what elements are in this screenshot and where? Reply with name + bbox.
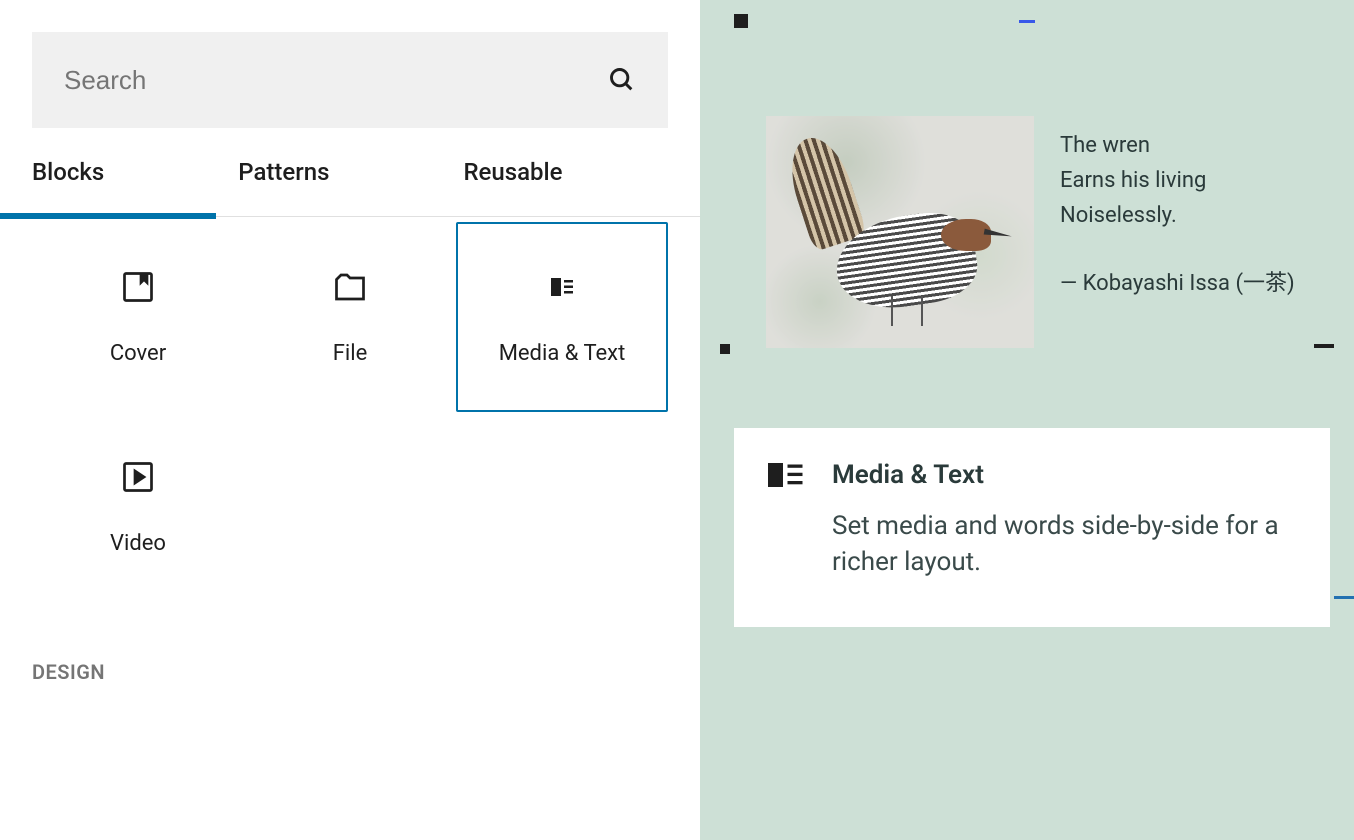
resize-handle-icon[interactable] <box>1019 20 1035 23</box>
cover-icon <box>120 269 156 305</box>
resize-handle-icon[interactable] <box>1314 344 1334 348</box>
block-grid: Cover File Media & Text <box>32 222 668 602</box>
block-label: File <box>333 341 368 366</box>
bird-illustration-icon <box>766 116 1034 348</box>
media-text-icon <box>768 463 804 487</box>
search-input[interactable] <box>64 65 608 96</box>
block-inserter-panel: Blocks Patterns Reusable Image Gallery A… <box>0 0 700 840</box>
blocks-list: Image Gallery Audio Cover File <box>0 217 700 684</box>
info-description: Set media and words side-by-side for a r… <box>832 508 1296 581</box>
poem-line: Noiselessly. <box>1060 198 1326 233</box>
block-preview-panel: The wren Earns his living Noiselessly. —… <box>700 0 1354 840</box>
resize-handle-icon[interactable] <box>1334 596 1354 599</box>
resize-handle-icon[interactable] <box>734 14 748 28</box>
block-label: Media & Text <box>499 341 626 366</box>
preview-media-image[interactable] <box>766 116 1034 348</box>
preview-text-content[interactable]: The wren Earns his living Noiselessly. —… <box>1060 116 1326 348</box>
block-item-media-text[interactable]: Media & Text <box>456 222 668 412</box>
search-wrapper <box>0 0 700 128</box>
poem-line: Earns his living <box>1060 163 1326 198</box>
block-handles-top <box>700 14 1354 28</box>
poem-citation: — Kobayashi Issa (一茶) <box>1060 266 1326 301</box>
info-header: Media & Text <box>768 460 1296 490</box>
info-title: Media & Text <box>832 460 984 490</box>
tab-patterns[interactable]: Patterns <box>238 158 329 216</box>
block-info-card: Media & Text Set media and words side-by… <box>734 428 1330 627</box>
video-icon <box>120 459 156 495</box>
block-handles-sides <box>700 344 1354 354</box>
search-icon <box>608 66 636 94</box>
block-item-cover[interactable]: Cover <box>32 222 244 412</box>
block-label: Video <box>110 531 166 556</box>
blocks-scroll-area[interactable]: Image Gallery Audio Cover File <box>0 217 700 840</box>
file-icon <box>332 269 368 305</box>
category-design-heading: DESIGN <box>32 660 668 684</box>
inserter-tabs: Blocks Patterns Reusable <box>0 158 700 217</box>
block-item-video[interactable]: Video <box>32 412 244 602</box>
preview-media-text-block[interactable]: The wren Earns his living Noiselessly. —… <box>766 116 1326 348</box>
block-item-file[interactable]: File <box>244 222 456 412</box>
block-label: Cover <box>110 341 166 366</box>
search-box[interactable] <box>32 32 668 128</box>
tab-reusable[interactable]: Reusable <box>463 158 562 216</box>
media-text-icon <box>544 269 580 305</box>
tab-blocks[interactable]: Blocks <box>32 158 104 216</box>
resize-handle-icon[interactable] <box>720 344 730 354</box>
poem-line: The wren <box>1060 128 1326 163</box>
